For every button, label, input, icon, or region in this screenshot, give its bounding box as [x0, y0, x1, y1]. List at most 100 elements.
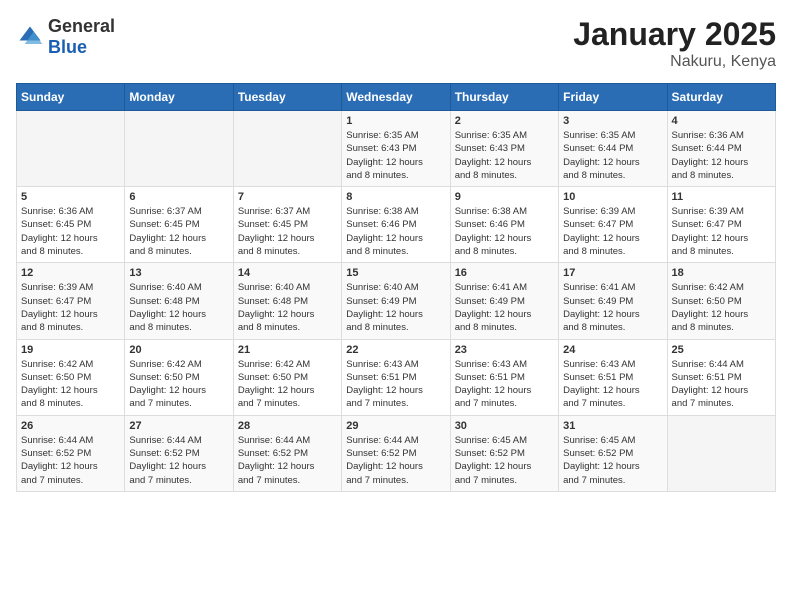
day-info: Sunrise: 6:38 AMSunset: 6:46 PMDaylight:…: [455, 205, 554, 258]
day-info: Sunrise: 6:37 AMSunset: 6:45 PMDaylight:…: [129, 205, 228, 258]
calendar-day-cell: 4 Sunrise: 6:36 AMSunset: 6:44 PMDaylight…: [667, 111, 775, 187]
calendar-day-cell: 29 Sunrise: 6:44 AMSunset: 6:52 PMDayligh…: [342, 415, 450, 491]
day-info: Sunrise: 6:41 AMSunset: 6:49 PMDaylight:…: [455, 281, 554, 334]
calendar-table: SundayMondayTuesdayWednesdayThursdayFrid…: [16, 83, 776, 492]
day-info: Sunrise: 6:36 AMSunset: 6:45 PMDaylight:…: [21, 205, 120, 258]
day-info: Sunrise: 6:42 AMSunset: 6:50 PMDaylight:…: [238, 358, 337, 411]
calendar-day-cell: 25 Sunrise: 6:44 AMSunset: 6:51 PMDayligh…: [667, 339, 775, 415]
day-number: 11: [672, 191, 771, 203]
day-number: 17: [563, 267, 662, 279]
calendar-day-cell: 23 Sunrise: 6:43 AMSunset: 6:51 PMDayligh…: [450, 339, 558, 415]
page-title: January 2025: [573, 16, 776, 53]
calendar-week-row: 5 Sunrise: 6:36 AMSunset: 6:45 PMDaylight…: [17, 187, 776, 263]
day-info: Sunrise: 6:39 AMSunset: 6:47 PMDaylight:…: [672, 205, 771, 258]
day-info: Sunrise: 6:42 AMSunset: 6:50 PMDaylight:…: [129, 358, 228, 411]
calendar-day-cell: 26Sunrise: 6:44 AMSunset: 6:52 PMDayligh…: [17, 415, 125, 491]
day-number: 31: [563, 420, 662, 432]
calendar-day-cell: 22 Sunrise: 6:43 AMSunset: 6:51 PMDayligh…: [342, 339, 450, 415]
day-number: 8: [346, 191, 445, 203]
calendar-day-cell: 18Sunrise: 6:42 AMSunset: 6:50 PMDayligh…: [667, 263, 775, 339]
day-number: 27: [129, 420, 228, 432]
day-number: 23: [455, 344, 554, 356]
day-info: Sunrise: 6:44 AMSunset: 6:52 PMDaylight:…: [238, 434, 337, 487]
calendar-day-cell: 6 Sunrise: 6:37 AMSunset: 6:45 PMDaylight…: [125, 187, 233, 263]
calendar-day-cell: 3Sunrise: 6:35 AMSunset: 6:44 PMDaylight…: [559, 111, 667, 187]
day-info: Sunrise: 6:43 AMSunset: 6:51 PMDaylight:…: [455, 358, 554, 411]
weekday-header: Wednesday: [342, 84, 450, 111]
day-info: Sunrise: 6:44 AMSunset: 6:52 PMDaylight:…: [346, 434, 445, 487]
day-number: 3: [563, 115, 662, 127]
day-info: Sunrise: 6:40 AMSunset: 6:48 PMDaylight:…: [129, 281, 228, 334]
day-number: 25: [672, 344, 771, 356]
day-info: Sunrise: 6:43 AMSunset: 6:51 PMDaylight:…: [346, 358, 445, 411]
day-number: 15: [346, 267, 445, 279]
weekday-header: Thursday: [450, 84, 558, 111]
day-number: 19: [21, 344, 120, 356]
logo: General Blue: [16, 16, 115, 58]
calendar-day-cell: 15 Sunrise: 6:40 AMSunset: 6:49 PMDayligh…: [342, 263, 450, 339]
day-info: Sunrise: 6:35 AMSunset: 6:43 PMDaylight:…: [346, 129, 445, 182]
day-info: Sunrise: 6:44 AMSunset: 6:51 PMDaylight:…: [672, 358, 771, 411]
calendar-day-cell: [17, 111, 125, 187]
day-number: 12: [21, 267, 120, 279]
calendar-week-row: 26 Sunrise: 6:44 AMSunset: 6:52 PMDayligh…: [17, 415, 776, 491]
calendar-header-row: SundayMondayTuesdayWednesdayThursdayFrid…: [17, 84, 776, 111]
weekday-header: Sunday: [17, 84, 125, 111]
calendar-day-cell: 14Sunrise: 6:40 AMSunset: 6:48 PMDayligh…: [233, 263, 341, 339]
calendar-day-cell: 31 Sunrise: 6:45 AMSunset: 6:52 PMDayligh…: [559, 415, 667, 491]
calendar-day-cell: 27 Sunrise: 6:44 AMSunset: 6:52 PMDayligh…: [125, 415, 233, 491]
day-info: Sunrise: 6:38 AMSunset: 6:46 PMDaylight:…: [346, 205, 445, 258]
day-number: 22: [346, 344, 445, 356]
title-block: January 2025 Nakuru, Kenya: [573, 16, 776, 71]
day-info: Sunrise: 6:39 AMSunset: 6:47 PMDaylight:…: [563, 205, 662, 258]
day-number: 21: [238, 344, 337, 356]
calendar-day-cell: 16 Sunrise: 6:41 AMSunset: 6:49 PMDayligh…: [450, 263, 558, 339]
calendar-day-cell: 9 Sunrise: 6:38 AMSunset: 6:46 PMDaylight…: [450, 187, 558, 263]
calendar-week-row: 19 Sunrise: 6:42 AMSunset: 6:50 PMDayligh…: [17, 339, 776, 415]
day-number: 28: [238, 420, 337, 432]
day-number: 30: [455, 420, 554, 432]
page-subtitle: Nakuru, Kenya: [573, 53, 776, 71]
day-number: 13: [129, 267, 228, 279]
calendar-day-cell: 1 Sunrise: 6:35 AMSunset: 6:43 PMDaylight…: [342, 111, 450, 187]
calendar-day-cell: 20Sunrise: 6:42 AMSunset: 6:50 PMDayligh…: [125, 339, 233, 415]
day-info: Sunrise: 6:40 AMSunset: 6:49 PMDaylight:…: [346, 281, 445, 334]
day-info: Sunrise: 6:44 AMSunset: 6:52 PMDaylight:…: [129, 434, 228, 487]
calendar-day-cell: 13 Sunrise: 6:40 AMSunset: 6:48 PMDayligh…: [125, 263, 233, 339]
day-number: 16: [455, 267, 554, 279]
day-info: Sunrise: 6:36 AMSunset: 6:44 PMDaylight:…: [672, 129, 771, 182]
day-number: 29: [346, 420, 445, 432]
logo-icon: [16, 23, 44, 51]
day-number: 1: [346, 115, 445, 127]
calendar-day-cell: 2Sunrise: 6:35 AMSunset: 6:43 PMDaylight…: [450, 111, 558, 187]
calendar-day-cell: 24 Sunrise: 6:43 AMSunset: 6:51 PMDayligh…: [559, 339, 667, 415]
day-info: Sunrise: 6:45 AMSunset: 6:52 PMDaylight:…: [563, 434, 662, 487]
calendar-day-cell: 12 Sunrise: 6:39 AMSunset: 6:47 PMDayligh…: [17, 263, 125, 339]
day-info: Sunrise: 6:42 AMSunset: 6:50 PMDaylight:…: [21, 358, 120, 411]
calendar-day-cell: [233, 111, 341, 187]
day-info: Sunrise: 6:40 AMSunset: 6:48 PMDaylight:…: [238, 281, 337, 334]
day-info: Sunrise: 6:39 AMSunset: 6:47 PMDaylight:…: [21, 281, 120, 334]
calendar-day-cell: 7Sunrise: 6:37 AMSunset: 6:45 PMDaylight…: [233, 187, 341, 263]
calendar-day-cell: 30 Sunrise: 6:45 AMSunset: 6:52 PMDayligh…: [450, 415, 558, 491]
day-info: Sunrise: 6:45 AMSunset: 6:52 PMDaylight:…: [455, 434, 554, 487]
day-number: 18: [672, 267, 771, 279]
calendar-day-cell: 10 Sunrise: 6:39 AMSunset: 6:47 PMDayligh…: [559, 187, 667, 263]
calendar-day-cell: 5 Sunrise: 6:36 AMSunset: 6:45 PMDaylight…: [17, 187, 125, 263]
day-number: 10: [563, 191, 662, 203]
day-number: 24: [563, 344, 662, 356]
day-number: 9: [455, 191, 554, 203]
logo-general: General: [48, 16, 115, 36]
calendar-day-cell: [125, 111, 233, 187]
calendar-day-cell: 21 Sunrise: 6:42 AMSunset: 6:50 PMDayligh…: [233, 339, 341, 415]
day-number: 5: [21, 191, 120, 203]
calendar-day-cell: 11 Sunrise: 6:39 AMSunset: 6:47 PMDayligh…: [667, 187, 775, 263]
day-number: 26: [21, 420, 120, 432]
day-number: 4: [672, 115, 771, 127]
calendar-week-row: 12 Sunrise: 6:39 AMSunset: 6:47 PMDayligh…: [17, 263, 776, 339]
logo-blue: Blue: [48, 37, 87, 57]
day-info: Sunrise: 6:43 AMSunset: 6:51 PMDaylight:…: [563, 358, 662, 411]
day-number: 6: [129, 191, 228, 203]
day-info: Sunrise: 6:35 AMSunset: 6:43 PMDaylight:…: [455, 129, 554, 182]
page-header: General Blue January 2025 Nakuru, Kenya: [16, 16, 776, 71]
